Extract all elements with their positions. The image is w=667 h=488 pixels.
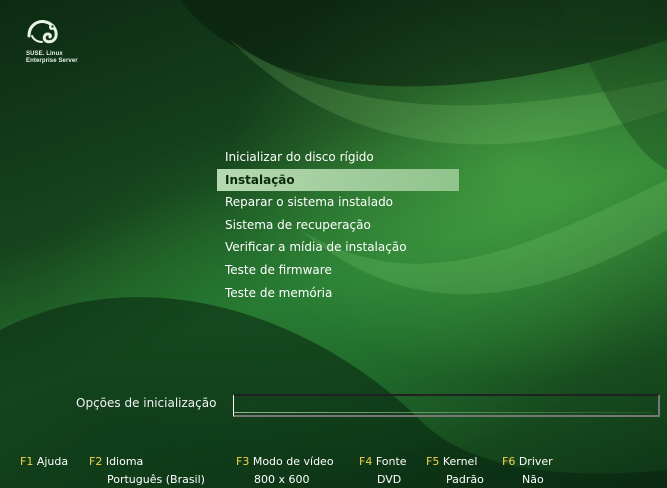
fkey-f4-name: Fonte bbox=[375, 455, 407, 468]
menu-item-boot-from-hard-disk[interactable]: Inicializar do disco rígido bbox=[217, 146, 459, 169]
fkey-f5-value: Padrão bbox=[446, 473, 484, 486]
boot-options-underline bbox=[233, 412, 653, 413]
fkey-f5-number: F5 bbox=[426, 455, 440, 468]
menu-item-installation[interactable]: Instalação bbox=[217, 168, 459, 192]
fkey-f2-value: Português (Brasil) bbox=[107, 473, 205, 486]
menu-item-memory-test[interactable]: Teste de memória bbox=[217, 282, 459, 305]
fkey-f6-name: Driver bbox=[518, 455, 553, 468]
fkey-f4-value: DVD bbox=[377, 473, 402, 486]
chameleon-logo-icon bbox=[27, 20, 58, 44]
fkey-f1-number: F1 bbox=[20, 455, 34, 468]
fkey-f5-name: Kernel bbox=[442, 455, 478, 468]
fkey-f6-driver[interactable]: F6 Driver bbox=[502, 455, 553, 468]
fkey-f6-number: F6 bbox=[502, 455, 516, 468]
boot-options-input[interactable] bbox=[233, 394, 660, 417]
menu-item-firmware-test[interactable]: Teste de firmware bbox=[217, 259, 459, 282]
product-name: SUSE. Linux Enterprise Server bbox=[26, 51, 78, 64]
boot-menu: Inicializar do disco rígido Instalação R… bbox=[217, 146, 459, 304]
fkey-f2-number: F2 bbox=[89, 455, 103, 468]
boot-screen: SUSE. Linux Enterprise Server Inicializa… bbox=[0, 0, 667, 488]
fkey-f3-name: Modo de vídeo bbox=[252, 455, 334, 468]
fkey-f3-value: 800 x 600 bbox=[254, 473, 310, 486]
menu-item-repair-installed-system[interactable]: Reparar o sistema instalado bbox=[217, 191, 459, 214]
fkey-f4-source[interactable]: F4 Fonte bbox=[359, 455, 407, 468]
fkey-f6-value: Não bbox=[522, 473, 544, 486]
fkey-f5-kernel[interactable]: F5 Kernel bbox=[426, 455, 477, 468]
fkey-f2-name: Idioma bbox=[105, 455, 144, 468]
boot-options-label: Opções de inicialização bbox=[76, 396, 217, 410]
fkey-f2-language[interactable]: F2 Idioma bbox=[89, 455, 143, 468]
fkey-f1-help[interactable]: F1 Ajuda bbox=[20, 455, 68, 468]
fkey-f4-number: F4 bbox=[359, 455, 373, 468]
menu-item-rescue-system[interactable]: Sistema de recuperação bbox=[217, 214, 459, 237]
fkey-f3-number: F3 bbox=[236, 455, 250, 468]
fkey-f1-name: Ajuda bbox=[36, 455, 69, 468]
menu-item-check-installation-media[interactable]: Verificar a mídia de instalação bbox=[217, 236, 459, 259]
fkey-f3-video-mode[interactable]: F3 Modo de vídeo bbox=[236, 455, 334, 468]
